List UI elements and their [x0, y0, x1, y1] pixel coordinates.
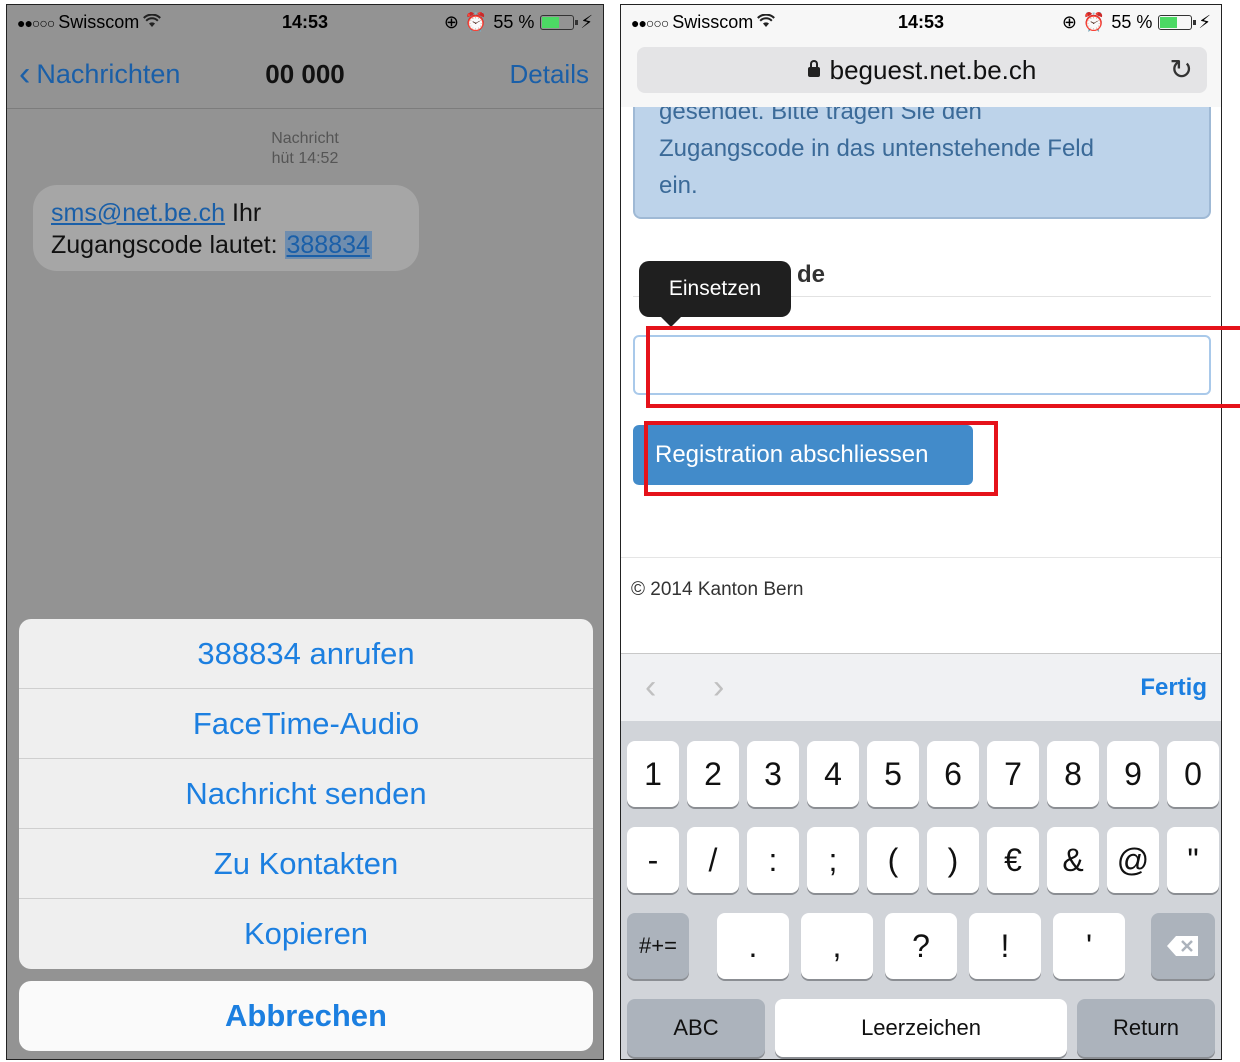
battery-percent: 55 % — [493, 12, 535, 32]
keyboard-toolbar: ‹ › Fertig — [621, 653, 1221, 721]
alarm-icon: ⏰ — [1082, 12, 1106, 32]
orientation-lock-icon: ⊕ — [443, 12, 459, 32]
key-0[interactable]: 0 — [1167, 741, 1219, 807]
lock-icon — [807, 60, 820, 77]
details-button[interactable]: Details — [510, 59, 589, 90]
key-symbol[interactable]: ) — [927, 827, 979, 893]
info-alert: gesendet. Bitte tragen Sie den Zugangsco… — [633, 107, 1211, 219]
key-symbol[interactable]: € — [987, 827, 1039, 893]
key-3[interactable]: 3 — [747, 741, 799, 807]
key-8[interactable]: 8 — [1047, 741, 1099, 807]
status-bar: ●●○○○ Swisscom 14:53 ⊕ ⏰ 55 % ⚡ — [7, 5, 603, 39]
cancel-button[interactable]: Abbrechen — [19, 981, 593, 1051]
highlight-button-box — [644, 421, 998, 496]
orientation-lock-icon: ⊕ — [1061, 12, 1077, 32]
key-9[interactable]: 9 — [1107, 741, 1159, 807]
key-5[interactable]: 5 — [867, 741, 919, 807]
message-text-2: Zugangscode lautet: — [51, 231, 285, 259]
add-to-contacts-action[interactable]: Zu Kontakten — [19, 829, 593, 899]
key-more-symbols[interactable]: #+= — [627, 913, 689, 979]
copy-action[interactable]: Kopieren — [19, 899, 593, 969]
key-punctuation[interactable]: . — [717, 913, 789, 979]
battery-percent: 55 % — [1111, 12, 1153, 32]
key-7[interactable]: 7 — [987, 741, 1039, 807]
copyright-footer: © 2014 Kanton Bern — [631, 579, 804, 600]
paste-popup[interactable]: Einsetzen — [639, 261, 791, 327]
address-bar[interactable]: beguest.net.be.ch ↻ — [637, 47, 1207, 93]
chevron-left-icon[interactable]: ‹ — [645, 668, 656, 707]
done-button[interactable]: Fertig — [1140, 674, 1207, 702]
numeric-keyboard: 1 2 3 4 5 6 7 8 9 0 - /:;() € & @ " #+=.,?! ' ABC Leerzeich… — [621, 721, 1221, 1059]
footer-divider — [621, 557, 1221, 558]
battery-icon — [1158, 15, 1197, 30]
key-2[interactable]: 2 — [687, 741, 739, 807]
highlight-input-box — [646, 326, 1240, 408]
key-1[interactable]: 1 — [627, 741, 679, 807]
key-symbol[interactable]: - — [627, 827, 679, 893]
url-text: beguest.net.be.ch — [829, 54, 1037, 85]
backspace-icon[interactable] — [1151, 913, 1215, 979]
key-symbol[interactable]: & — [1047, 827, 1099, 893]
message-bubble[interactable]: sms@net.be.ch Ihr Zugangscode lautet: 38… — [33, 185, 419, 271]
sender-email-link[interactable]: sms@net.be.ch — [51, 199, 225, 227]
key-4[interactable]: 4 — [807, 741, 859, 807]
browser-toolbar: beguest.net.be.ch ↻ — [621, 39, 1221, 107]
messages-nav-bar: ‹ Nachrichten 00 000 Details — [7, 45, 603, 109]
charging-icon: ⚡ — [1198, 12, 1211, 32]
facetime-audio-action[interactable]: FaceTime-Audio — [19, 689, 593, 759]
alarm-icon: ⏰ — [464, 12, 488, 32]
action-sheet: 388834 anrufen FaceTime-Audio Nachricht … — [19, 619, 593, 969]
key-symbol[interactable]: " — [1167, 827, 1219, 893]
key-6[interactable]: 6 — [927, 741, 979, 807]
message-timestamp: Nachricht hüt 14:52 — [271, 130, 339, 167]
status-bar: ●●○○○ Swisscom 14:53 ⊕ ⏰ 55 % ⚡ — [621, 5, 1221, 39]
key-symbol[interactable]: @ — [1107, 827, 1159, 893]
key-punctuation[interactable]: , — [801, 913, 873, 979]
browser-screen: ●●○○○ Swisscom 14:53 ⊕ ⏰ 55 % ⚡ beguest.… — [620, 4, 1222, 1060]
return-key[interactable]: Return — [1077, 999, 1215, 1057]
message-text: Ihr — [225, 199, 262, 227]
abc-key[interactable]: ABC — [627, 999, 765, 1057]
key-punctuation[interactable]: ! — [969, 913, 1041, 979]
key-symbol[interactable]: ( — [867, 827, 919, 893]
messages-screen: ●●○○○ Swisscom 14:53 ⊕ ⏰ 55 % ⚡ ‹ Nachri… — [6, 4, 604, 1060]
chevron-right-icon[interactable]: › — [713, 668, 724, 707]
key-punctuation[interactable]: ? — [885, 913, 957, 979]
key-punctuation[interactable]: ' — [1053, 913, 1125, 979]
key-symbol[interactable]: : — [747, 827, 799, 893]
space-key[interactable]: Leerzeichen — [775, 999, 1067, 1057]
key-symbol[interactable]: / — [687, 827, 739, 893]
access-code-link[interactable]: 388834 — [284, 231, 372, 259]
call-action[interactable]: 388834 anrufen — [19, 619, 593, 689]
battery-icon — [540, 15, 579, 30]
charging-icon: ⚡ — [580, 12, 593, 32]
key-symbol[interactable]: ; — [807, 827, 859, 893]
reload-icon[interactable]: ↻ — [1170, 53, 1193, 86]
send-message-action[interactable]: Nachricht senden — [19, 759, 593, 829]
